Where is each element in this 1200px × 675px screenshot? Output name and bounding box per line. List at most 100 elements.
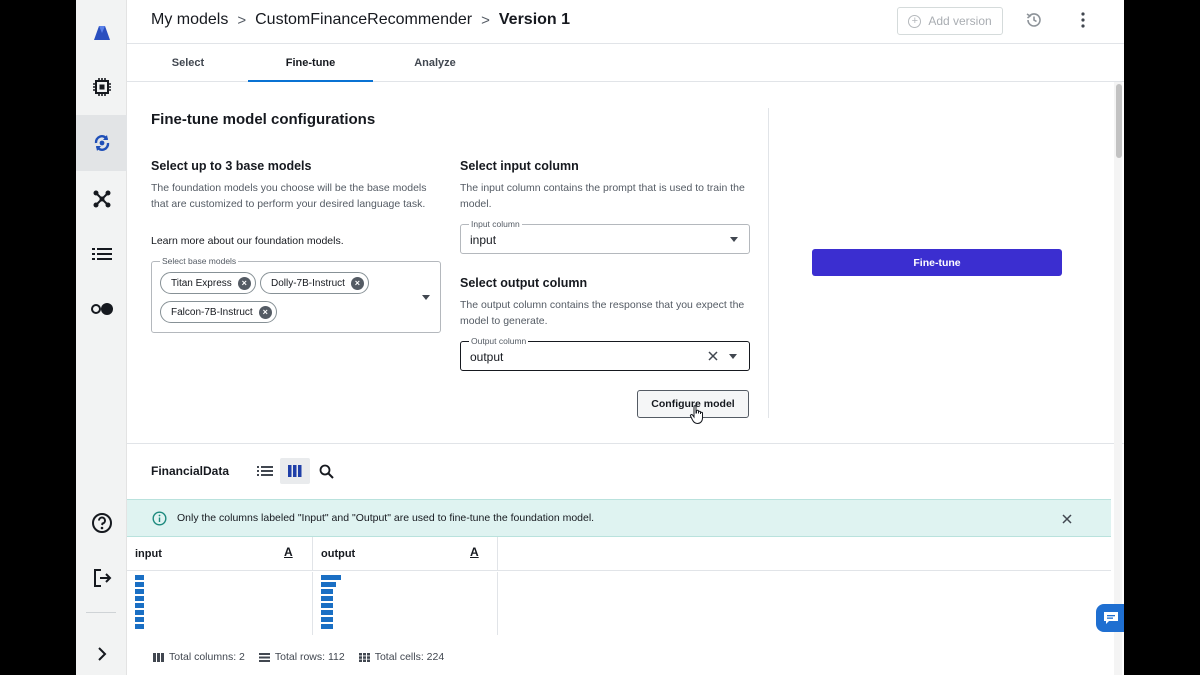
chip-label: Titan Express (171, 277, 232, 289)
output-column-value: output (470, 350, 504, 364)
cells-icon (358, 652, 370, 662)
input-distribution-chart (127, 572, 313, 635)
chevron-down-icon[interactable] (729, 354, 737, 359)
chip-label: Falcon-7B-Instruct (171, 306, 253, 318)
chevron-down-icon[interactable] (422, 295, 430, 300)
column-header-output[interactable]: output A (313, 537, 498, 571)
more-options-icon[interactable] (1079, 11, 1087, 34)
expand-chevron-icon[interactable] (76, 626, 127, 675)
tab-analyze[interactable]: Analyze (398, 44, 472, 82)
scrollbar-thumb[interactable] (1116, 84, 1122, 158)
input-column-select[interactable]: Input column input (460, 219, 750, 254)
history-icon[interactable] (1025, 11, 1043, 34)
total-rows: Total rows: 112 (258, 651, 345, 663)
add-version-button[interactable]: + Add version (897, 7, 1003, 35)
tab-select[interactable]: Select (151, 44, 225, 82)
base-models-field-label: Select base models (160, 256, 239, 266)
foundation-models-link[interactable]: Learn more about our foundation models. (151, 235, 344, 247)
text-type-icon: A (284, 545, 293, 559)
input-column-heading: Select input column (460, 159, 579, 173)
info-icon (152, 511, 167, 531)
canvas-logo-icon[interactable] (76, 4, 127, 60)
column-name: output (321, 548, 356, 560)
chip-dolly-7b-instruct: Dolly-7B-Instruct × (260, 272, 369, 294)
plus-circle-icon: + (908, 14, 922, 28)
input-column-field-label: Input column (469, 219, 522, 229)
close-icon[interactable] (1061, 512, 1073, 530)
base-models-multiselect[interactable]: Select base models Titan Express × Dolly… (151, 256, 441, 333)
hand-cursor-icon (689, 405, 705, 430)
output-column-field-label: Output column (469, 336, 529, 346)
histogram-bar (135, 603, 144, 608)
sign-out-icon[interactable] (76, 550, 127, 606)
remove-chip-icon[interactable]: × (237, 276, 251, 290)
output-distribution-chart (313, 572, 498, 635)
chip-label: Dolly-7B-Instruct (271, 277, 345, 289)
histogram-bar (321, 589, 333, 594)
page-header: My models > CustomFinanceRecommender > V… (127, 0, 1124, 44)
tab-fine-tune[interactable]: Fine-tune (248, 44, 373, 82)
histogram-bar (321, 624, 333, 629)
remove-chip-icon[interactable]: × (258, 305, 272, 319)
output-column-select[interactable]: Output column output (460, 336, 750, 371)
chevron-down-icon[interactable] (730, 237, 738, 242)
fine-tune-button[interactable]: Fine-tune (812, 249, 1062, 276)
column-name: input (135, 548, 162, 560)
input-column-value: input (470, 233, 497, 247)
column-header-input[interactable]: input A (127, 537, 313, 571)
histogram-bar (321, 617, 333, 622)
banner-message: Only the columns labeled "Input" and "Ou… (177, 512, 595, 524)
dataset-title: FinancialData (151, 464, 230, 478)
output-column-description: The output column contains the response … (460, 299, 745, 327)
histogram-bar (321, 575, 341, 580)
rows-icon (258, 652, 270, 662)
list-icon[interactable] (76, 226, 127, 282)
histogram-bar (135, 596, 144, 601)
tab-bar: Select Fine-tune Analyze (127, 44, 1124, 82)
network-icon[interactable] (76, 171, 127, 227)
breadcrumb-chevron-icon: > (481, 11, 490, 29)
section-divider (127, 443, 1124, 444)
dataset-footer: Total columns: 2 Total rows: 112 Total c… (153, 651, 458, 663)
histogram-bar (321, 603, 333, 608)
base-models-heading: Select up to 3 base models (151, 159, 312, 173)
left-rail (76, 0, 127, 675)
text-type-icon: A (470, 545, 479, 559)
clear-icon[interactable] (707, 347, 719, 370)
chat-icon[interactable] (1096, 604, 1124, 632)
chip-falcon-7b-instruct: Falcon-7B-Instruct × (160, 301, 277, 323)
breadcrumb-chevron-icon: > (237, 11, 247, 29)
histogram-bar (135, 582, 144, 587)
scrollbar-track[interactable] (1114, 82, 1122, 675)
list-view-icon[interactable] (250, 458, 280, 484)
breadcrumb: My models > CustomFinanceRecommender > V… (151, 11, 570, 29)
add-version-label: Add version (928, 14, 992, 28)
search-icon[interactable] (311, 458, 341, 484)
histogram-bar (135, 610, 144, 615)
chip-icon[interactable] (76, 59, 127, 115)
histogram-bar (321, 596, 333, 601)
column-view-icon[interactable] (280, 458, 310, 484)
breadcrumb-model[interactable]: CustomFinanceRecommender (255, 11, 472, 29)
total-columns-text: Total columns: 2 (169, 651, 245, 663)
panel-divider (768, 108, 769, 418)
breadcrumb-my-models[interactable]: My models (151, 11, 228, 29)
toggle-icon[interactable] (76, 281, 127, 337)
output-column-heading: Select output column (460, 276, 588, 290)
rail-divider (86, 612, 116, 613)
column-header-empty (498, 537, 1111, 571)
total-columns: Total columns: 2 (153, 651, 245, 663)
breadcrumb-version: Version 1 (498, 11, 571, 28)
columns-icon (153, 652, 164, 662)
histogram-bar (321, 582, 336, 587)
histogram-bar (135, 589, 144, 594)
input-column-description: The input column contains the prompt tha… (460, 182, 745, 210)
help-icon[interactable] (76, 495, 127, 551)
total-cells-text: Total cells: 224 (374, 651, 445, 663)
histogram-bar (135, 617, 144, 622)
models-icon[interactable] (76, 115, 127, 171)
chip-titan-express: Titan Express × (160, 272, 256, 294)
histogram-bar (135, 575, 144, 580)
base-models-description: The foundation models you choose will be… (151, 182, 427, 210)
remove-chip-icon[interactable]: × (350, 276, 364, 290)
